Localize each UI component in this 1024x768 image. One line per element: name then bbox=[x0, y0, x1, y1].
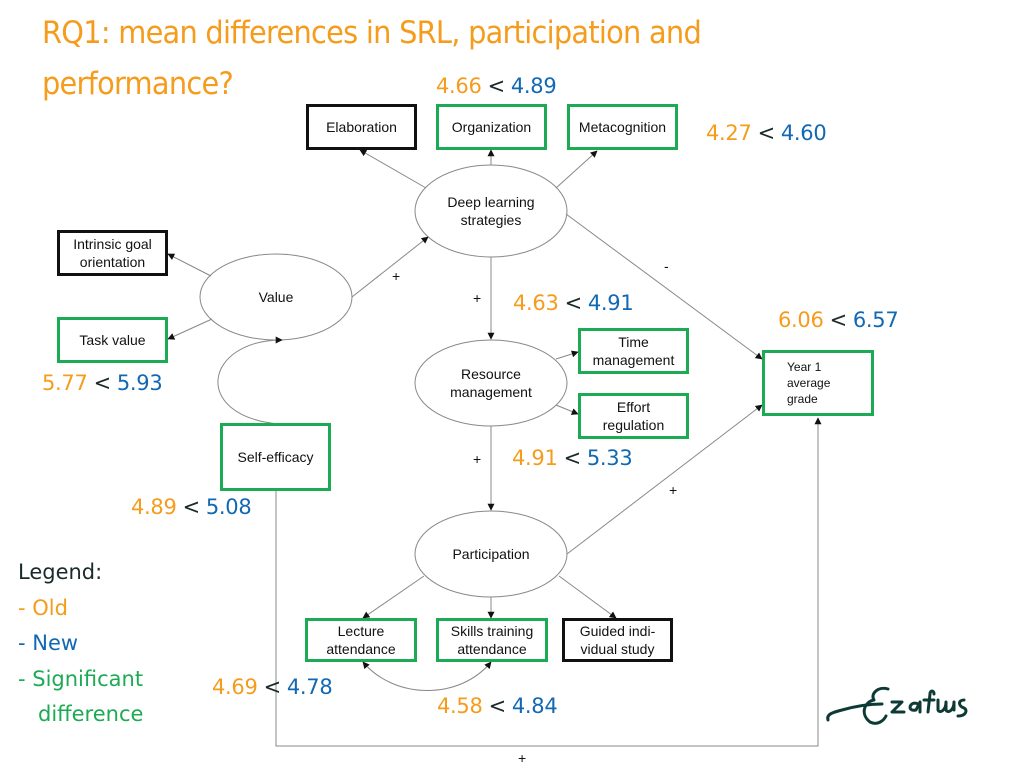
new-value: 5.08 bbox=[205, 495, 252, 519]
latent-deep-learning: Deep learning strategies bbox=[447, 194, 535, 228]
less-than: < bbox=[487, 74, 506, 98]
legend-significant-cont: difference bbox=[38, 702, 144, 726]
less-than: < bbox=[93, 371, 112, 395]
old-value: 4.66 bbox=[436, 74, 482, 98]
sign-deep-resource: + bbox=[473, 290, 482, 306]
sign-value-deep: + bbox=[392, 268, 401, 284]
legend-significant: - Significant bbox=[18, 666, 144, 691]
edge-selfefficacy-value bbox=[217, 336, 283, 425]
node-label: Effort regulation bbox=[602, 399, 665, 433]
node-task-value: Task value bbox=[57, 317, 168, 363]
node-metacognition: Metacognition bbox=[567, 104, 678, 150]
node-self-efficacy: Self-efficacy bbox=[220, 423, 331, 491]
new-value: 4.91 bbox=[587, 291, 634, 315]
less-than: < bbox=[563, 446, 582, 470]
comparison-self-efficacy: 4.89 <5.08 bbox=[131, 495, 252, 519]
old-value: 4.69 bbox=[212, 675, 258, 699]
edge-lecture-skills-covariance bbox=[362, 661, 492, 691]
less-than: < bbox=[182, 495, 201, 519]
less-than: < bbox=[488, 694, 507, 718]
node-elaboration: Elaboration bbox=[306, 104, 417, 150]
sign-participation-grade: + bbox=[669, 482, 678, 498]
latent-value: Value bbox=[258, 289, 294, 305]
new-value: 4.78 bbox=[286, 675, 333, 699]
new-value: 5.33 bbox=[586, 446, 633, 470]
node-label: Elaboration bbox=[326, 119, 397, 135]
node-lecture-attendance: Lecture attendance bbox=[305, 618, 417, 662]
old-value: 4.27 bbox=[706, 121, 752, 145]
sign-deep-grade: - bbox=[664, 258, 669, 274]
comparison-organization: 4.66 <4.89 bbox=[436, 74, 557, 98]
legend-old: - Old bbox=[18, 595, 68, 620]
node-effort-regulation: Effort regulation bbox=[578, 393, 689, 439]
node-label: Self-efficacy bbox=[237, 449, 314, 465]
edge-deep-metacognition bbox=[555, 150, 598, 189]
edge-value-deep bbox=[351, 236, 429, 298]
legend-header: Legend: bbox=[18, 560, 103, 584]
edge-resource-effort bbox=[555, 404, 579, 415]
node-label: Guided indi- vidual study bbox=[579, 623, 656, 657]
node-label: Lecture attendance bbox=[326, 623, 396, 657]
edge-participation-guided bbox=[558, 575, 617, 619]
new-value: 6.57 bbox=[852, 308, 899, 332]
sign-selfefficacy-grade: + bbox=[518, 750, 527, 766]
old-value: 4.91 bbox=[512, 446, 558, 470]
edge-deep-elaboration bbox=[359, 149, 427, 189]
node-label: Metacognition bbox=[578, 119, 667, 135]
less-than: < bbox=[564, 291, 583, 315]
node-label: Intrinsic goal orientation bbox=[73, 236, 152, 270]
legend-new: - New bbox=[18, 631, 79, 655]
comparison-skills-attendance: 4.58 <4.84 bbox=[437, 694, 558, 718]
latent-resource-management: Resource management bbox=[450, 366, 532, 400]
node-year1-grade: Year 1 average grade bbox=[762, 350, 874, 416]
latent-participation: Participation bbox=[452, 546, 530, 562]
old-value: 5.77 bbox=[42, 371, 88, 395]
node-label: Skills training attendance bbox=[450, 623, 534, 657]
old-value: 6.06 bbox=[778, 308, 824, 332]
sign-resource-participation: + bbox=[473, 451, 482, 467]
comparison-metacognition: 4.27 <4.60 bbox=[706, 121, 827, 145]
node-organization: Organization bbox=[436, 104, 547, 150]
comparison-lecture-attendance: 4.69 <4.78 bbox=[212, 675, 333, 699]
node-skills-attendance: Skills training attendance bbox=[436, 618, 548, 662]
erasmus-logo bbox=[826, 686, 968, 725]
edge-resource-time bbox=[555, 350, 579, 360]
node-time-management: Time management bbox=[578, 328, 689, 374]
edge-participation-lecture bbox=[362, 575, 425, 619]
new-value: 4.89 bbox=[510, 74, 557, 98]
comparison-task-value: 5.77 <5.93 bbox=[42, 371, 163, 395]
comparison-effort-regulation: 4.91 <5.33 bbox=[512, 446, 633, 470]
node-label: Organization bbox=[451, 119, 532, 135]
node-label: Task value bbox=[79, 332, 146, 348]
new-value: 5.93 bbox=[116, 371, 163, 395]
less-than: < bbox=[263, 675, 282, 699]
old-value: 4.63 bbox=[513, 291, 559, 315]
new-value: 4.60 bbox=[780, 121, 827, 145]
node-label: Year 1 average grade bbox=[787, 360, 831, 406]
comparison-year1-grade: 6.06 <6.57 bbox=[778, 308, 899, 332]
new-value: 4.84 bbox=[511, 694, 558, 718]
less-than: < bbox=[829, 308, 848, 332]
node-label: Time management bbox=[592, 334, 675, 368]
edge-value-taskvalue bbox=[167, 318, 213, 340]
node-intrinsic-goal: Intrinsic goal orientation bbox=[57, 230, 168, 276]
less-than: < bbox=[757, 121, 776, 145]
edge-value-intrinsic bbox=[167, 253, 212, 277]
comparison-time-management: 4.63 <4.91 bbox=[513, 291, 634, 315]
legend: Legend: - Old - New - Significant differ… bbox=[18, 555, 143, 733]
old-value: 4.89 bbox=[131, 495, 177, 519]
node-guided-study: Guided indi- vidual study bbox=[562, 618, 673, 662]
old-value: 4.58 bbox=[437, 694, 483, 718]
